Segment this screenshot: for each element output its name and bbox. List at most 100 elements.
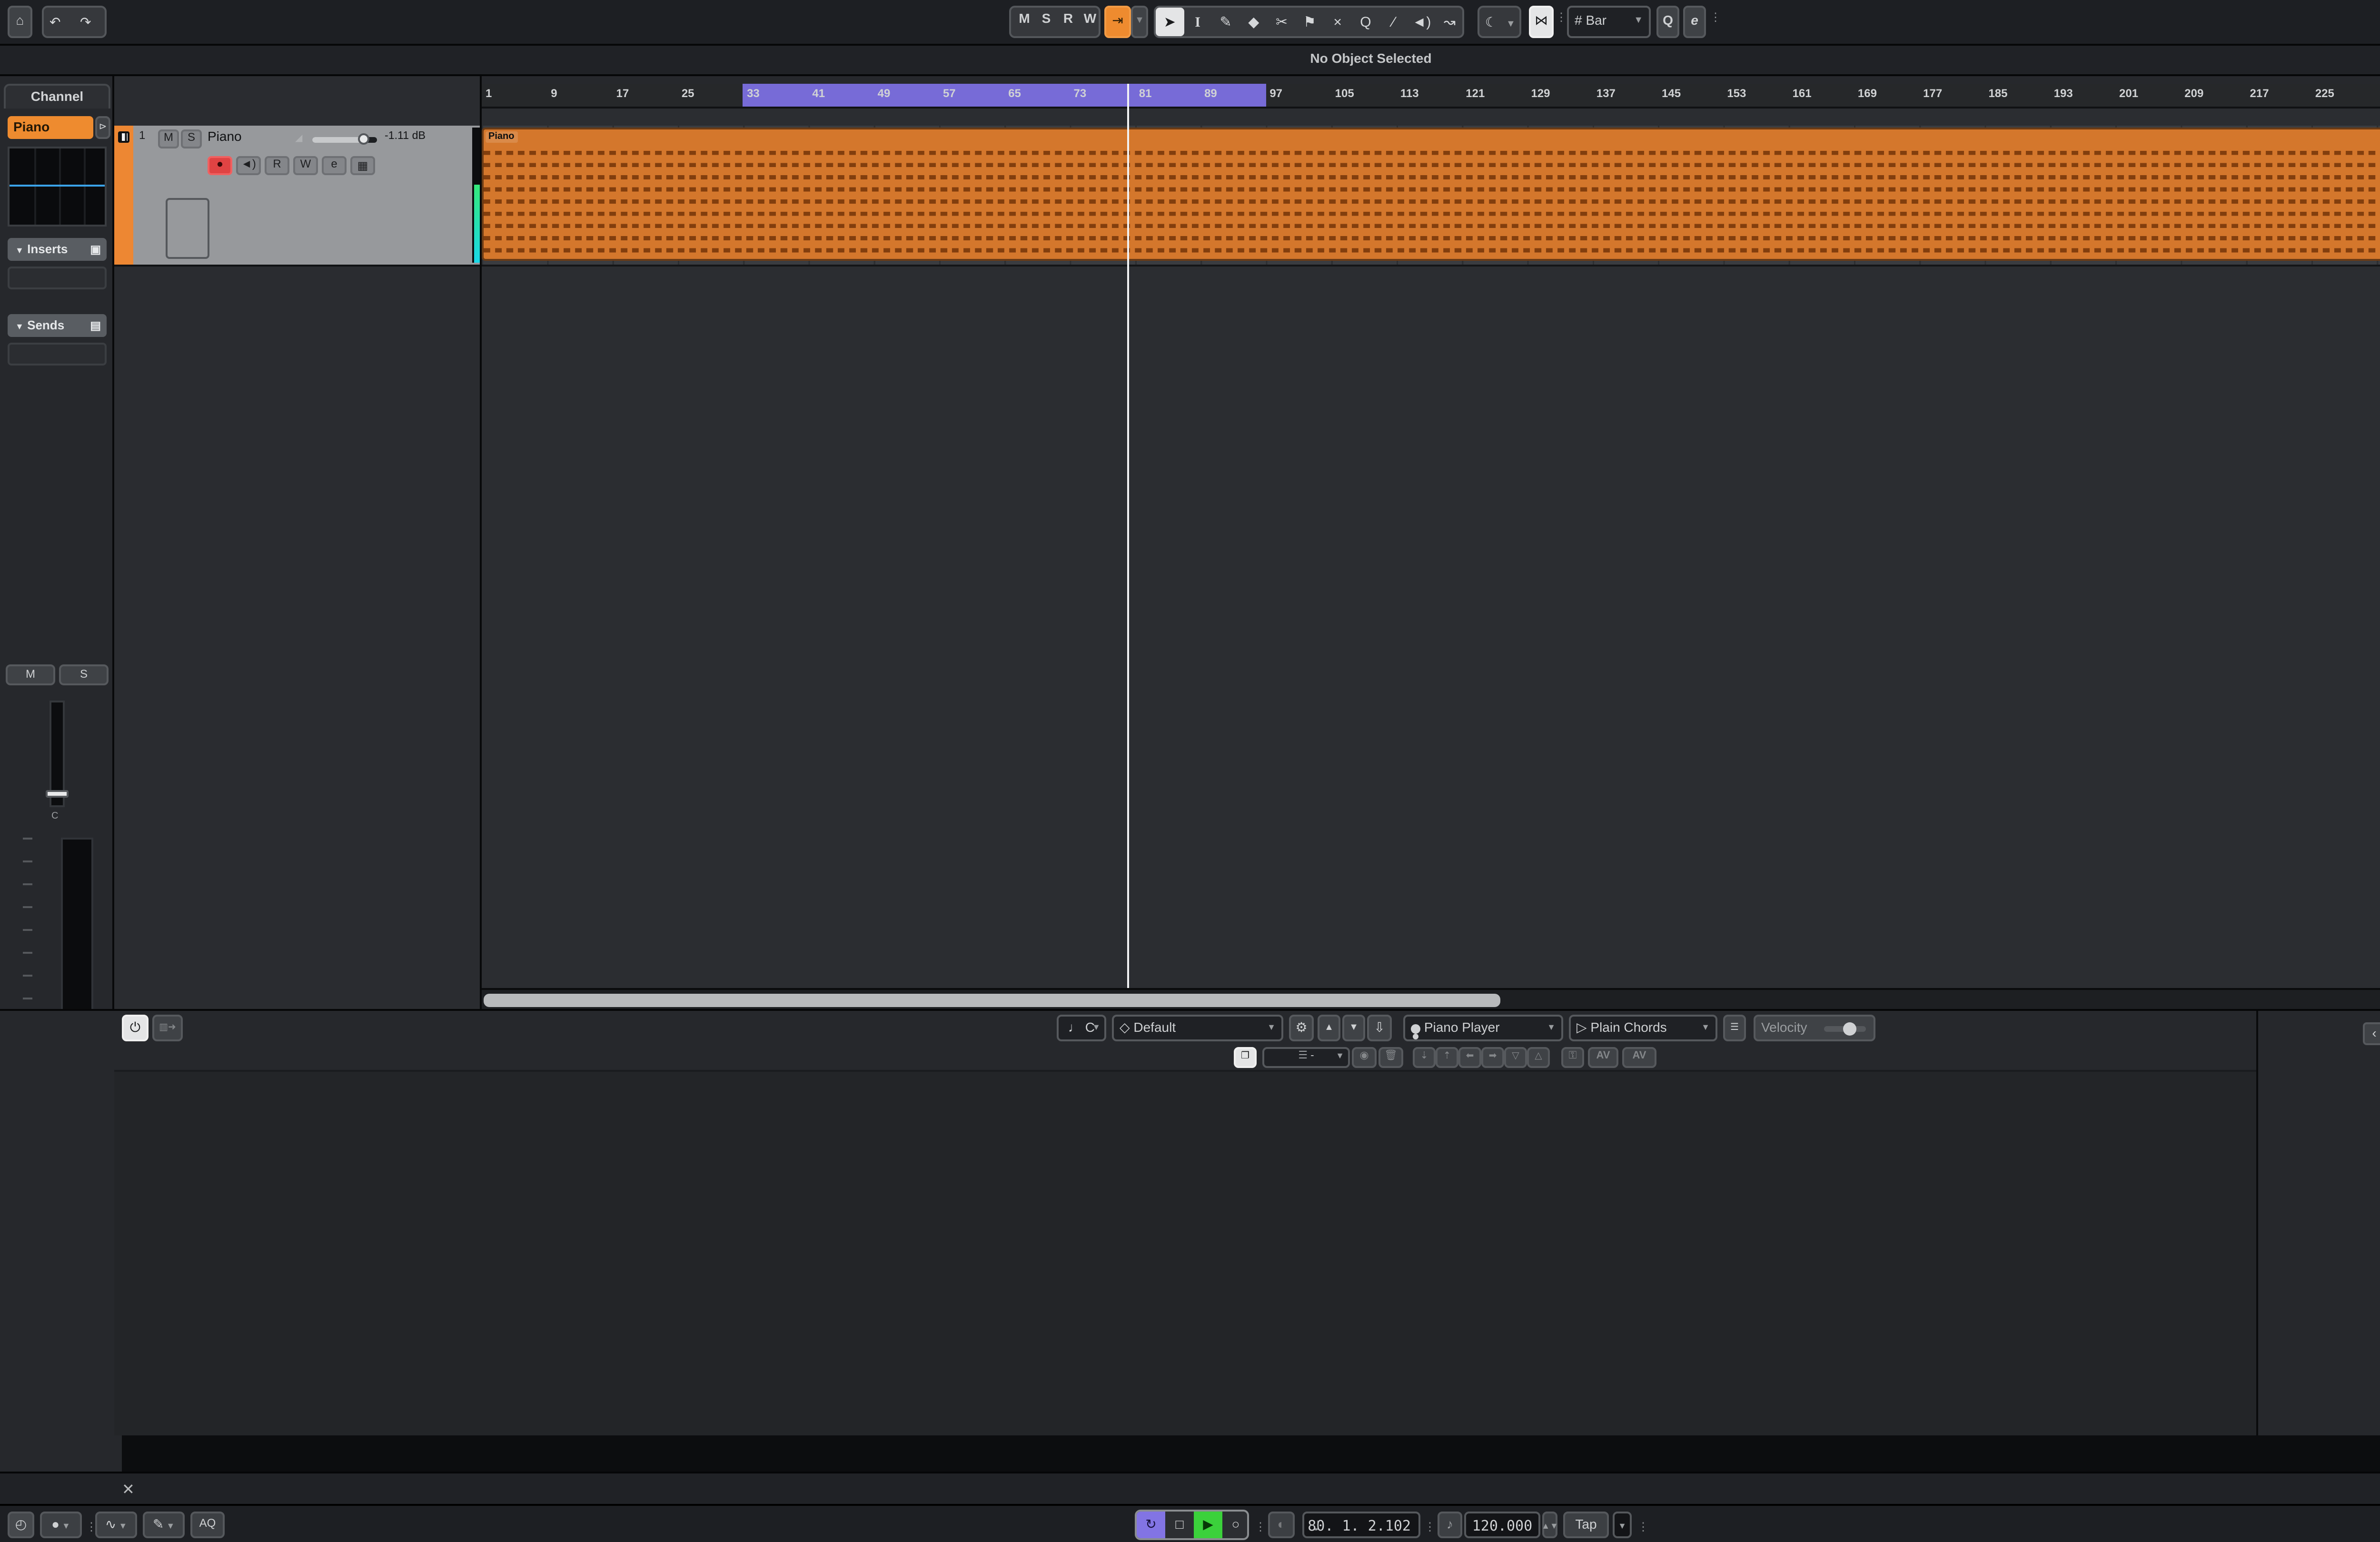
voicing-down-button[interactable]: ▽ bbox=[1504, 1047, 1527, 1068]
monitor-button[interactable]: ◄) bbox=[236, 156, 261, 175]
lock-icon[interactable]: ⚿ bbox=[1561, 1047, 1584, 1068]
track-name[interactable]: Piano bbox=[208, 131, 242, 145]
adaptive-voicing-reference-button[interactable]: AV bbox=[1622, 1047, 1656, 1068]
audio-activity-dropdown[interactable]: ∿ ▼ bbox=[95, 1512, 137, 1538]
transpose-down-button[interactable]: ▼ bbox=[1342, 1015, 1365, 1041]
record-mode-dropdown[interactable]: ● ▼ bbox=[40, 1512, 82, 1538]
volume-slider[interactable] bbox=[312, 137, 377, 143]
write-button[interactable]: W bbox=[293, 156, 318, 175]
root-key-dropdown[interactable]: ♩ C▼ bbox=[1057, 1015, 1106, 1041]
timeline-ruler[interactable]: 1917253341495765738189971051131211291371… bbox=[482, 84, 2380, 109]
color-tool-dropdown[interactable]: ▼ bbox=[1506, 19, 1516, 30]
send-slot-empty[interactable] bbox=[8, 343, 107, 366]
inserts-section-header[interactable]: ▼ Inserts▣ bbox=[8, 238, 107, 261]
inspector-track-name[interactable]: Piano bbox=[8, 116, 93, 139]
transpose-up-button[interactable]: ▲ bbox=[1318, 1015, 1340, 1041]
event-display[interactable]: Piano bbox=[482, 109, 2380, 988]
save-preset-button[interactable]: ⇩ bbox=[1367, 1015, 1392, 1041]
object-selection-tool[interactable]: ➤ bbox=[1156, 8, 1184, 36]
global-s-button[interactable]: S bbox=[1037, 13, 1056, 30]
erase-tool[interactable]: × bbox=[1324, 8, 1352, 36]
shift-octave-down-button[interactable]: ⇣ bbox=[1413, 1047, 1436, 1068]
trash-icon[interactable]: 🗑 bbox=[1378, 1047, 1403, 1068]
close-lower-zone-button[interactable]: ✕ bbox=[122, 1481, 135, 1498]
channel-solo-button[interactable]: S bbox=[59, 664, 109, 685]
range-selection-tool[interactable]: I bbox=[1184, 8, 1212, 36]
sends-bypass-icon[interactable]: ▤ bbox=[90, 319, 101, 332]
track-extra-button[interactable]: ▦ bbox=[350, 156, 375, 175]
read-button[interactable]: R bbox=[265, 156, 289, 175]
auto-quantize-button[interactable]: AQ bbox=[190, 1512, 225, 1538]
chord-pads-output-button[interactable]: ▥➜ bbox=[152, 1015, 183, 1041]
line-tool[interactable]: ↝ bbox=[1436, 8, 1464, 36]
player-setup-button[interactable]: ☰ bbox=[1723, 1015, 1746, 1041]
insert-slot-empty[interactable] bbox=[8, 267, 107, 289]
edit-channel-button[interactable]: e bbox=[322, 156, 347, 175]
velocity-slider[interactable] bbox=[1824, 1025, 1866, 1031]
quantize-button[interactable]: Q bbox=[1656, 6, 1679, 38]
record-button[interactable]: ○ bbox=[1222, 1512, 1249, 1538]
punch-in-button[interactable]: ◐ bbox=[1268, 1512, 1295, 1538]
zoom-tool[interactable]: Q bbox=[1352, 8, 1380, 36]
player-mode-dropdown[interactable]: ▷ Plain Chords▼ bbox=[1569, 1015, 1717, 1041]
color-tool-button[interactable]: ☾ bbox=[1485, 15, 1497, 30]
track-picture[interactable] bbox=[166, 198, 209, 259]
preset-dropdown[interactable]: ◇ Default▼ bbox=[1112, 1015, 1283, 1041]
eq-curve-display[interactable] bbox=[8, 147, 107, 227]
piano-keyboard[interactable] bbox=[122, 1435, 2380, 1473]
shift-left-button[interactable]: ⬅ bbox=[1458, 1047, 1481, 1068]
channel-fader[interactable] bbox=[50, 701, 65, 807]
curve-tool[interactable]: ◆ bbox=[1240, 8, 1268, 36]
record-enable-button[interactable]: ● bbox=[208, 156, 232, 175]
draw-tool[interactable]: ✎ bbox=[1212, 8, 1240, 36]
split-tool[interactable]: ✂ bbox=[1268, 8, 1296, 36]
chord-pads-settings-button[interactable]: ⚙ bbox=[1289, 1015, 1314, 1041]
grid-type-dropdown[interactable]: # Bar ▼ bbox=[1567, 6, 1651, 38]
cycle-button[interactable]: ↻ bbox=[1137, 1512, 1165, 1538]
inserts-bypass-icon[interactable]: ▣ bbox=[90, 243, 101, 256]
global-w-button[interactable]: W bbox=[1081, 13, 1100, 30]
playhead[interactable] bbox=[1127, 84, 1129, 988]
track-header-piano[interactable]: 1MSPiano◢-1.11 dB●◄)RWe▦ bbox=[114, 126, 482, 266]
tempo-track-icon[interactable]: ♪ bbox=[1438, 1512, 1462, 1538]
fader-handle[interactable] bbox=[46, 790, 69, 798]
position-display[interactable]: ♩ 80. 1. 2.102 bbox=[1302, 1512, 1420, 1538]
global-m-button[interactable]: M bbox=[1015, 13, 1034, 30]
autoscroll-options-dropdown[interactable]: ▼ bbox=[1131, 6, 1148, 38]
play-button[interactable]: ▶ bbox=[1194, 1512, 1222, 1538]
adaptive-voicing-button[interactable]: AV bbox=[1588, 1047, 1618, 1068]
hub-home-button[interactable]: ⌂ bbox=[8, 6, 32, 38]
edit-channel-settings-button[interactable]: ⊳ bbox=[95, 116, 110, 139]
chord-pads-power-button[interactable]: ⏻ bbox=[122, 1015, 149, 1041]
chord-pads-display-button[interactable]: ❐ bbox=[1234, 1047, 1257, 1068]
player-dropdown[interactable]: Piano Player▼ bbox=[1403, 1015, 1563, 1041]
stop-button[interactable]: □ bbox=[1165, 1512, 1194, 1538]
shift-octave-up-button[interactable]: ⇡ bbox=[1436, 1047, 1458, 1068]
snap-button[interactable]: ⋈ bbox=[1529, 6, 1554, 38]
velocity-slider-group[interactable]: Velocity bbox=[1754, 1015, 1875, 1041]
tab-channel[interactable]: Channel bbox=[4, 84, 110, 109]
tempo-mode-dropdown[interactable]: ▼ bbox=[1613, 1512, 1632, 1538]
autoscroll-button[interactable]: ⇥ bbox=[1104, 6, 1131, 38]
solo-button[interactable]: S bbox=[181, 129, 202, 148]
event-piano[interactable]: Piano bbox=[482, 128, 2380, 260]
global-r-button[interactable]: R bbox=[1059, 13, 1078, 30]
prev-assistant-button[interactable]: ‹ bbox=[2363, 1022, 2380, 1045]
voicing-up-button[interactable]: △ bbox=[1527, 1047, 1550, 1068]
tempo-spinner[interactable]: ▲▼ bbox=[1542, 1512, 1557, 1538]
shift-right-button[interactable]: ➡ bbox=[1481, 1047, 1504, 1068]
horizontal-scroll-thumb[interactable] bbox=[484, 994, 1500, 1007]
sends-section-header[interactable]: ▼ Sends▤ bbox=[8, 314, 107, 337]
tap-tempo-button[interactable]: Tap bbox=[1563, 1512, 1609, 1538]
quantize-panel-button[interactable]: e bbox=[1683, 6, 1706, 38]
redo-icon[interactable]: ↷ bbox=[80, 15, 91, 30]
midi-input-icon[interactable]: ◉ bbox=[1352, 1047, 1377, 1068]
mute-button[interactable]: M bbox=[158, 129, 179, 148]
glue-tool[interactable]: ⚑ bbox=[1296, 8, 1324, 36]
mute-tool[interactable]: ∕ bbox=[1379, 8, 1408, 36]
pads-remote-dropdown[interactable]: ☰ -▼ bbox=[1262, 1047, 1350, 1068]
audition-tool[interactable]: ◄) bbox=[1408, 8, 1436, 36]
track-lane-piano[interactable]: Piano bbox=[482, 126, 2380, 266]
undo-icon[interactable]: ↶ bbox=[50, 15, 61, 30]
time-display-format-button[interactable]: ◴ bbox=[8, 1512, 34, 1538]
